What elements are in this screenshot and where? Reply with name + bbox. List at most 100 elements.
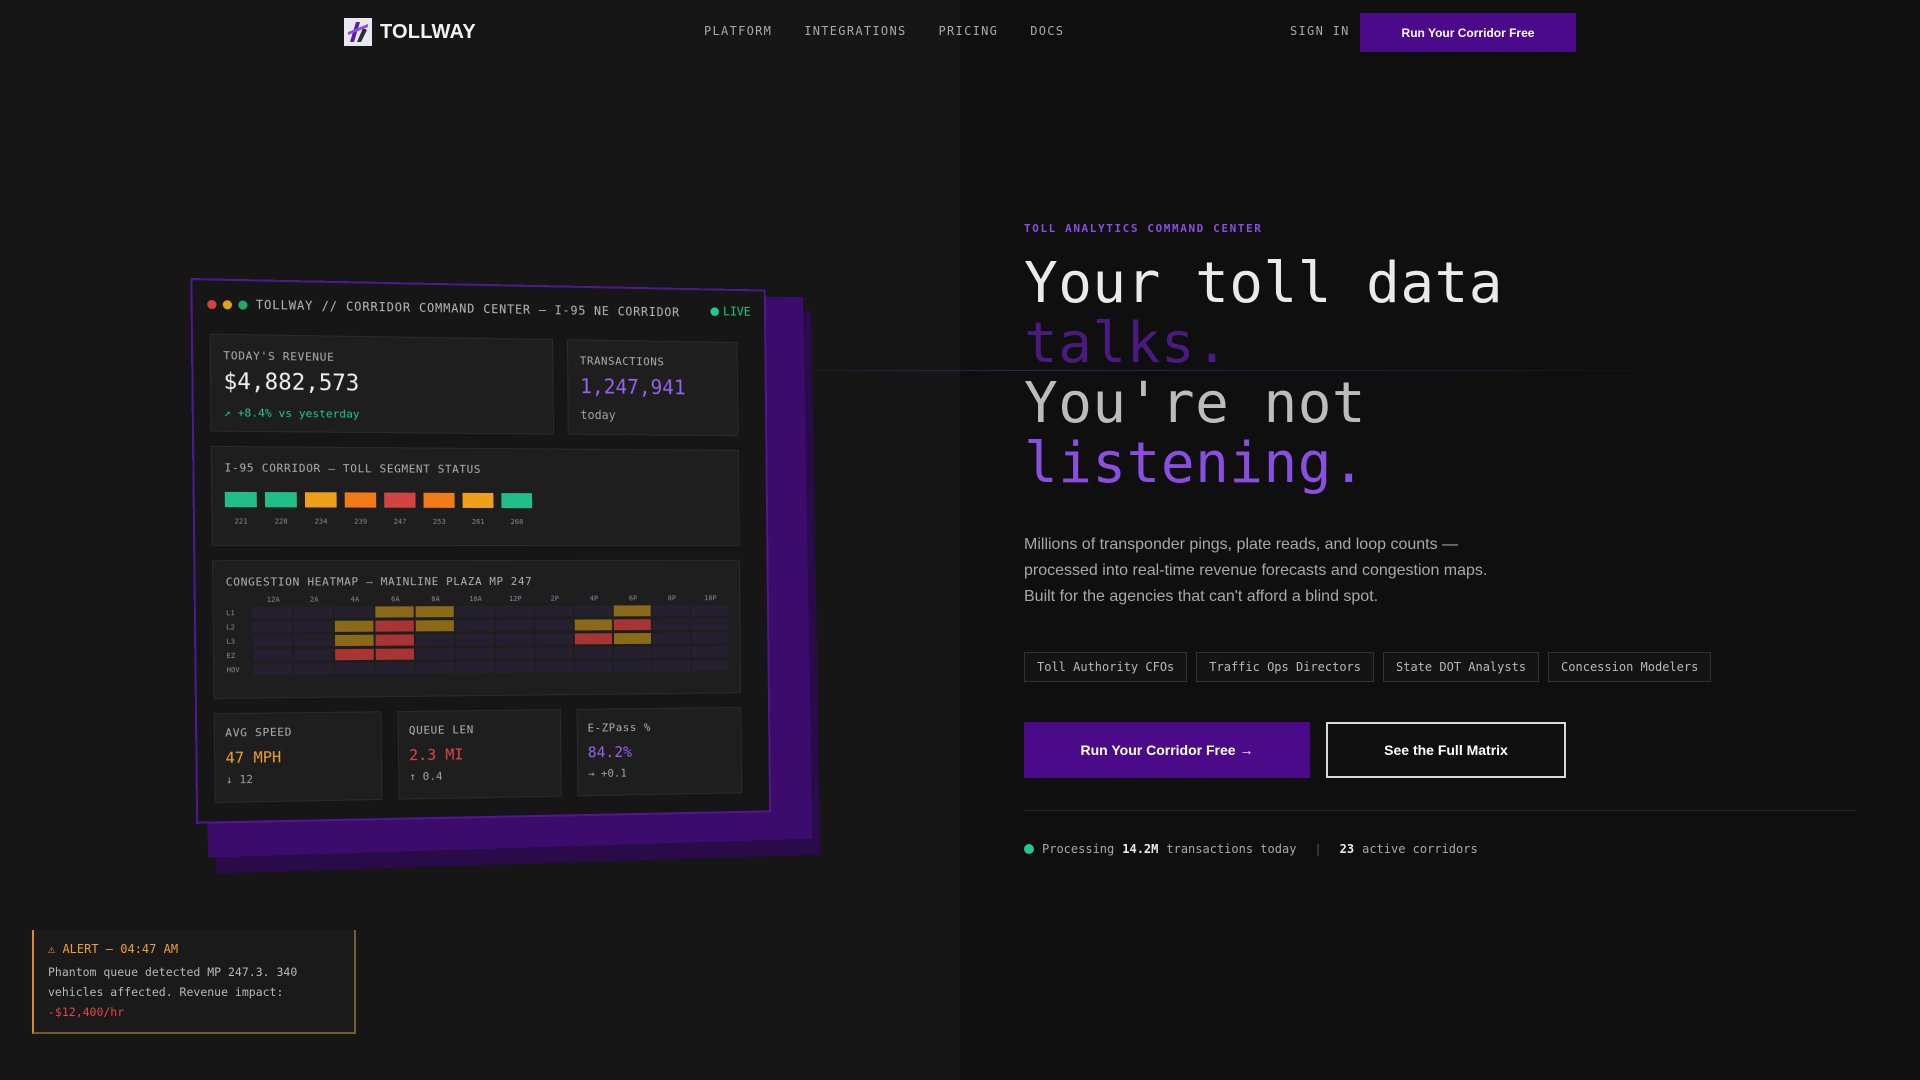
heatmap-cell[interactable] — [253, 621, 292, 632]
heatmap-cell[interactable] — [253, 607, 292, 618]
segment-cell[interactable]: 268 — [501, 493, 532, 526]
heatmap-cell[interactable] — [496, 648, 534, 659]
segment-cell[interactable]: 247 — [384, 493, 416, 526]
sign-in-link[interactable]: SIGN IN — [1290, 24, 1350, 38]
heatmap-cell[interactable] — [496, 662, 534, 673]
segment-cell[interactable]: 228 — [265, 492, 297, 526]
heatmap-cell[interactable] — [456, 606, 494, 617]
heatmap-cell[interactable] — [653, 605, 690, 616]
nav-link-pricing[interactable]: PRICING — [939, 24, 999, 38]
nav-link-integrations[interactable]: INTEGRATIONS — [804, 24, 906, 38]
heatmap-cell[interactable] — [614, 619, 651, 630]
segment-cell[interactable]: 239 — [345, 492, 377, 525]
alert-impact: -$12,400/hr — [48, 1002, 124, 1022]
audience-chip[interactable]: Toll Authority CFOs — [1024, 652, 1187, 682]
stats-prefix: Processing — [1042, 842, 1114, 856]
heatmap-cell[interactable] — [416, 634, 454, 645]
heatmap-cell[interactable] — [253, 635, 292, 646]
secondary-cta-button[interactable]: See the Full Matrix — [1326, 722, 1566, 778]
segment-status-block — [384, 493, 415, 508]
alert-toast[interactable]: ⚠ ALERT — 04:47 AM Phantom queue detecte… — [32, 930, 356, 1034]
heatmap-cell[interactable] — [294, 663, 333, 674]
heatmap-cell[interactable] — [614, 661, 651, 672]
metric-change: ↑ 0.4 — [409, 770, 442, 784]
hero-eyebrow: TOLL ANALYTICS COMMAND CENTER — [1024, 222, 1262, 235]
segment-id: 247 — [394, 518, 407, 526]
metric-card-queue-length: QUEUE LEN 2.3 MI ↑ 0.4 — [398, 709, 562, 800]
heatmap-cell[interactable] — [692, 632, 729, 643]
nav-link-docs[interactable]: DOCS — [1030, 24, 1064, 38]
revenue-card: TODAY'S REVENUE $4,882,573 ↗ +8.4% vs ye… — [210, 334, 554, 435]
primary-cta-button[interactable]: Run Your Corridor Free → — [1024, 722, 1310, 778]
heatmap-cell[interactable] — [653, 619, 690, 630]
heatmap-cell[interactable] — [456, 620, 494, 631]
heatmap-cell[interactable] — [376, 634, 414, 645]
heatmap-cell[interactable] — [294, 621, 333, 632]
heatmap-cell[interactable] — [416, 620, 454, 631]
alert-title: ⚠ ALERT — 04:47 AM — [48, 942, 178, 956]
heatmap-cell[interactable] — [653, 660, 690, 671]
heatmap-cell[interactable] — [253, 664, 292, 676]
heatmap-cell[interactable] — [575, 633, 612, 644]
heatmap-cell[interactable] — [335, 606, 374, 617]
heatmap-cell[interactable] — [456, 634, 494, 645]
heatmap-cell[interactable] — [376, 649, 414, 660]
audience-chip[interactable]: State DOT Analysts — [1383, 652, 1539, 682]
heatmap-cell[interactable] — [575, 647, 612, 658]
heatmap-cell[interactable] — [253, 649, 292, 660]
heatmap-cell[interactable] — [376, 663, 414, 674]
heatmap-cell[interactable] — [456, 662, 494, 673]
heatmap-cell[interactable] — [335, 621, 374, 632]
metric-label: E-ZPass % — [587, 721, 651, 735]
heatmap-cell[interactable] — [536, 661, 574, 672]
hero-description: Millions of transponder pings, plate rea… — [1024, 532, 1494, 610]
heatmap-cell[interactable] — [691, 605, 728, 616]
heatmap-cell[interactable] — [496, 606, 534, 617]
segment-cell[interactable]: 261 — [462, 493, 493, 526]
heatmap-cell[interactable] — [614, 633, 651, 644]
heatmap-cell[interactable] — [294, 649, 333, 660]
stats-tx-count: 14.2M — [1122, 842, 1158, 856]
heatmap-cell[interactable] — [536, 647, 574, 658]
heatmap-cell[interactable] — [294, 635, 333, 646]
segment-id: 268 — [511, 518, 524, 526]
heatmap-cell[interactable] — [375, 606, 413, 617]
segment-cell[interactable]: 221 — [225, 492, 257, 526]
heatmap-cell[interactable] — [335, 635, 374, 646]
heatmap-cell[interactable] — [575, 619, 612, 630]
heatmap-cell[interactable] — [456, 648, 494, 659]
hero-divider — [1024, 810, 1856, 811]
heatmap-cell[interactable] — [294, 607, 333, 618]
heatmap-cell[interactable] — [535, 606, 573, 617]
heatmap-cell[interactable] — [691, 619, 728, 630]
heatmap-cell[interactable] — [375, 620, 413, 631]
heatmap-cell[interactable] — [692, 660, 729, 671]
segment-cell[interactable]: 253 — [423, 493, 454, 526]
heatmap-cell[interactable] — [653, 633, 690, 644]
heatmap-cell[interactable] — [614, 605, 651, 616]
heatmap-cell[interactable] — [416, 662, 454, 673]
heatmap-cell[interactable] — [614, 647, 651, 658]
heatmap-row: HOV — [227, 660, 731, 675]
audience-chip[interactable]: Concession Modelers — [1548, 652, 1711, 682]
heatmap-cell[interactable] — [496, 620, 534, 631]
nav-cta-button[interactable]: Run Your Corridor Free — [1360, 13, 1576, 52]
heatmap-cell[interactable] — [575, 605, 612, 616]
heatmap-cell[interactable] — [335, 649, 374, 660]
heatmap-row: EZ — [226, 646, 730, 661]
heatmap-cell[interactable] — [535, 620, 573, 631]
audience-chip[interactable]: Traffic Ops Directors — [1196, 652, 1374, 682]
heatmap-cell[interactable] — [653, 647, 690, 658]
heatmap-cell[interactable] — [575, 661, 612, 672]
heatmap-cell[interactable] — [692, 646, 729, 657]
heatmap-cell[interactable] — [535, 633, 573, 644]
heatmap-cell[interactable] — [416, 606, 454, 617]
heatmap-cell[interactable] — [335, 663, 374, 674]
heatmap-cell[interactable] — [496, 634, 534, 645]
heatmap-cell[interactable] — [416, 648, 454, 659]
nav-link-platform[interactable]: PLATFORM — [704, 24, 772, 38]
heatmap-row-label: L2 — [226, 623, 253, 631]
segment-id: 234 — [315, 518, 328, 526]
brand-logo[interactable]: TOLLWAY — [344, 18, 476, 46]
segment-cell[interactable]: 234 — [305, 492, 337, 526]
